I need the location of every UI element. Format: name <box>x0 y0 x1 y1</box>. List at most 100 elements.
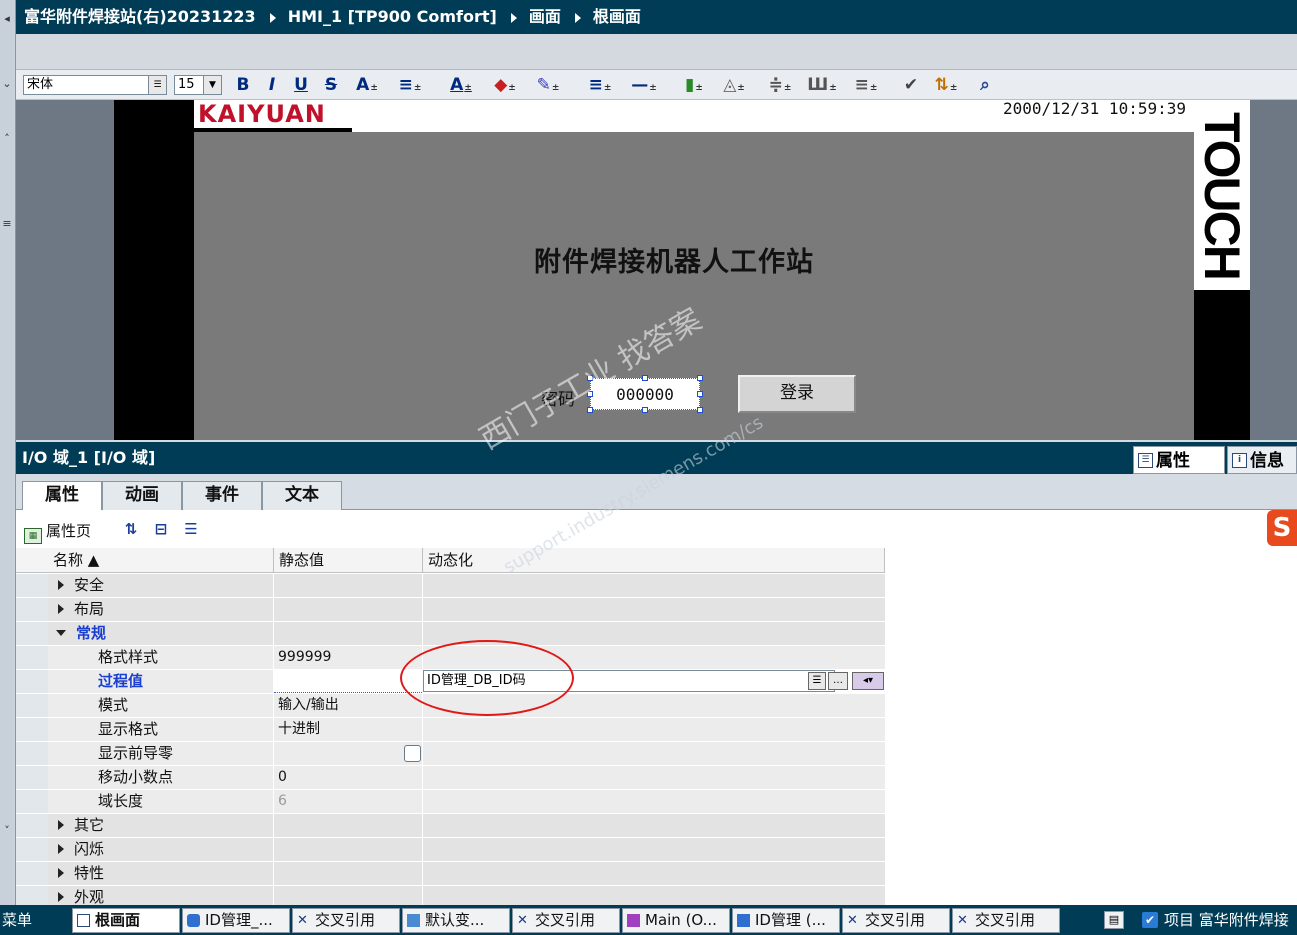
menu-button[interactable]: 菜单 <box>0 908 64 933</box>
property-group-general[interactable]: 常规 <box>16 622 885 646</box>
column-dynamization[interactable]: 动态化 <box>423 548 885 573</box>
resize-handle[interactable] <box>587 375 593 381</box>
tab-animations[interactable]: 动画 <box>102 481 182 510</box>
expand-icon[interactable] <box>58 868 64 878</box>
collapse-left-icon[interactable]: ◂ <box>0 10 14 28</box>
process-tag-field[interactable]: ID管理_DB_ID码 <box>423 670 835 692</box>
resize-handle[interactable] <box>697 375 703 381</box>
line-style-button[interactable]: ≡± <box>582 73 618 97</box>
decimal-places-value[interactable]: 0 <box>274 766 422 789</box>
column-name[interactable]: 名称 ▲ <box>48 548 274 573</box>
leading-zeros-checkbox[interactable] <box>404 745 421 762</box>
browse-button[interactable]: … <box>828 672 848 690</box>
project-view-task[interactable]: ✔ 项目 富华附件焊接 <box>1102 908 1297 933</box>
tag-type-icon[interactable]: ◂▾ <box>852 672 884 690</box>
breadcrumb-device[interactable]: HMI_1 [TP900 Comfort] <box>288 7 497 26</box>
hmi-screen-canvas[interactable]: KAIYUAN 2000/12/31 10:59:39 TOUCH 附件焊接机器… <box>16 100 1297 440</box>
tab-order-button[interactable]: ⇅± <box>928 73 964 97</box>
strikethrough-button[interactable]: S <box>322 73 340 97</box>
font-select[interactable]: 宋体 ☰ <box>23 75 167 95</box>
column-static-value[interactable]: 静态值 <box>274 548 423 573</box>
group-view-icon[interactable]: ⊟ <box>150 518 172 540</box>
property-row-display-format[interactable]: 显示格式 十进制 <box>16 718 885 742</box>
tab-texts[interactable]: 文本 <box>262 481 342 510</box>
date-time-field[interactable]: 2000/12/31 10:59:39 <box>794 100 1194 118</box>
task-crossref-3[interactable]: ✕ 交叉引用 <box>842 908 950 933</box>
process-value-static[interactable] <box>274 670 422 693</box>
rotate-button[interactable]: ◬± <box>716 73 752 97</box>
task-main-ob[interactable]: Main (O... <box>622 908 730 933</box>
property-group-layout[interactable]: 布局 <box>16 598 885 622</box>
info-window-tab[interactable]: i 信息 <box>1227 446 1297 474</box>
task-id-fb[interactable]: ID管理 (... <box>732 908 840 933</box>
expand-icon[interactable] <box>58 892 64 902</box>
zoom-icon[interactable]: ⌕ <box>974 73 996 97</box>
underline-button[interactable]: U <box>292 73 310 97</box>
list-icon[interactable]: ☰ <box>148 76 166 94</box>
property-group-appearance[interactable]: 外观 <box>16 886 885 905</box>
property-row-process-value[interactable]: 过程值 ID管理_DB_ID码 ☰ … ◂▾ <box>16 670 885 694</box>
property-row-leading-zeros[interactable]: 显示前导零 <box>16 742 885 766</box>
resize-handle[interactable] <box>642 407 648 413</box>
sogou-ime-icon[interactable]: S <box>1267 510 1297 546</box>
format-painter-button[interactable]: ✔ <box>900 73 922 97</box>
expand-icon[interactable] <box>58 580 64 590</box>
layer-order-button[interactable]: ≡± <box>848 73 884 97</box>
property-group-misc[interactable]: 其它 <box>16 814 885 838</box>
collapse-icon[interactable] <box>56 630 66 636</box>
distribute-button[interactable]: Ш± <box>804 73 840 97</box>
resize-handle[interactable] <box>587 391 593 397</box>
fill-pattern-button[interactable]: ▮± <box>676 73 712 97</box>
properties-window-tab[interactable]: ☰ 属性 <box>1133 446 1225 474</box>
tab-events[interactable]: 事件 <box>182 481 262 510</box>
line-width-button[interactable]: —± <box>626 73 662 97</box>
list-view-icon[interactable]: ☰ <box>180 518 202 540</box>
password-label[interactable]: 密码 <box>541 385 575 410</box>
resize-handle[interactable] <box>642 375 648 381</box>
breadcrumb-screens[interactable]: 画面 <box>529 7 561 26</box>
text-align-button[interactable]: ≡± <box>392 73 428 97</box>
resize-handle[interactable] <box>697 391 703 397</box>
chevron-down-icon[interactable]: ▼ <box>203 76 221 94</box>
line-color-button[interactable]: ✎± <box>530 73 566 97</box>
scroll-handle-icon[interactable]: ≡ <box>0 215 14 233</box>
task-crossref-1[interactable]: ✕ 交叉引用 <box>292 908 400 933</box>
breadcrumb-root-screen[interactable]: 根画面 <box>593 7 641 26</box>
scroll-down-icon[interactable]: ˅ <box>0 822 14 840</box>
fill-color-button[interactable]: ◆± <box>488 73 522 97</box>
password-io-field[interactable]: 000000 <box>590 378 700 410</box>
property-row-field-length[interactable]: 域长度 6 <box>16 790 885 814</box>
property-group-security[interactable]: 安全 <box>16 574 885 598</box>
task-crossref-2[interactable]: ✕ 交叉引用 <box>512 908 620 933</box>
property-row-mode[interactable]: 模式 输入/输出 <box>16 694 885 718</box>
italic-button[interactable]: I <box>264 73 280 97</box>
expand-icon[interactable] <box>58 844 64 854</box>
scroll-up-icon[interactable]: ˄ <box>0 130 14 148</box>
task-crossref-4[interactable]: ✕ 交叉引用 <box>952 908 1060 933</box>
property-group-characteristics[interactable]: 特性 <box>16 862 885 886</box>
resize-handle[interactable] <box>587 407 593 413</box>
task-id-db[interactable]: ID管理_... <box>182 908 290 933</box>
task-root-screen[interactable]: 根画面 <box>72 908 180 933</box>
property-pages-button[interactable]: ▦ 属性页 <box>24 520 91 544</box>
list-icon[interactable]: ☰ <box>808 672 826 690</box>
align-button[interactable]: ≑± <box>762 73 798 97</box>
chevron-down-icon[interactable]: ⌄ <box>0 75 14 93</box>
bold-button[interactable]: B <box>235 73 251 97</box>
workstation-title[interactable]: 附件焊接机器人工作站 <box>534 240 814 279</box>
property-row-decimal-places[interactable]: 移动小数点 0 <box>16 766 885 790</box>
property-row-format-pattern[interactable]: 格式样式 999999 <box>16 646 885 670</box>
font-color-button[interactable]: A± <box>444 73 478 97</box>
font-scale-button[interactable]: A± <box>350 73 384 97</box>
task-default-tags[interactable]: 默认变... <box>402 908 510 933</box>
tab-properties[interactable]: 属性 <box>22 481 102 511</box>
expand-icon[interactable] <box>58 604 64 614</box>
mode-value[interactable]: 输入/输出 <box>274 694 422 717</box>
font-size-select[interactable]: 15 ▼ <box>174 75 222 95</box>
login-button[interactable]: 登录 <box>738 375 856 413</box>
property-group-flashing[interactable]: 闪烁 <box>16 838 885 862</box>
resize-handle[interactable] <box>697 407 703 413</box>
display-format-value[interactable]: 十进制 <box>274 718 422 741</box>
format-pattern-value[interactable]: 999999 <box>274 646 422 669</box>
breadcrumb-project[interactable]: 富华附件焊接站(右)20231223 <box>24 7 256 26</box>
